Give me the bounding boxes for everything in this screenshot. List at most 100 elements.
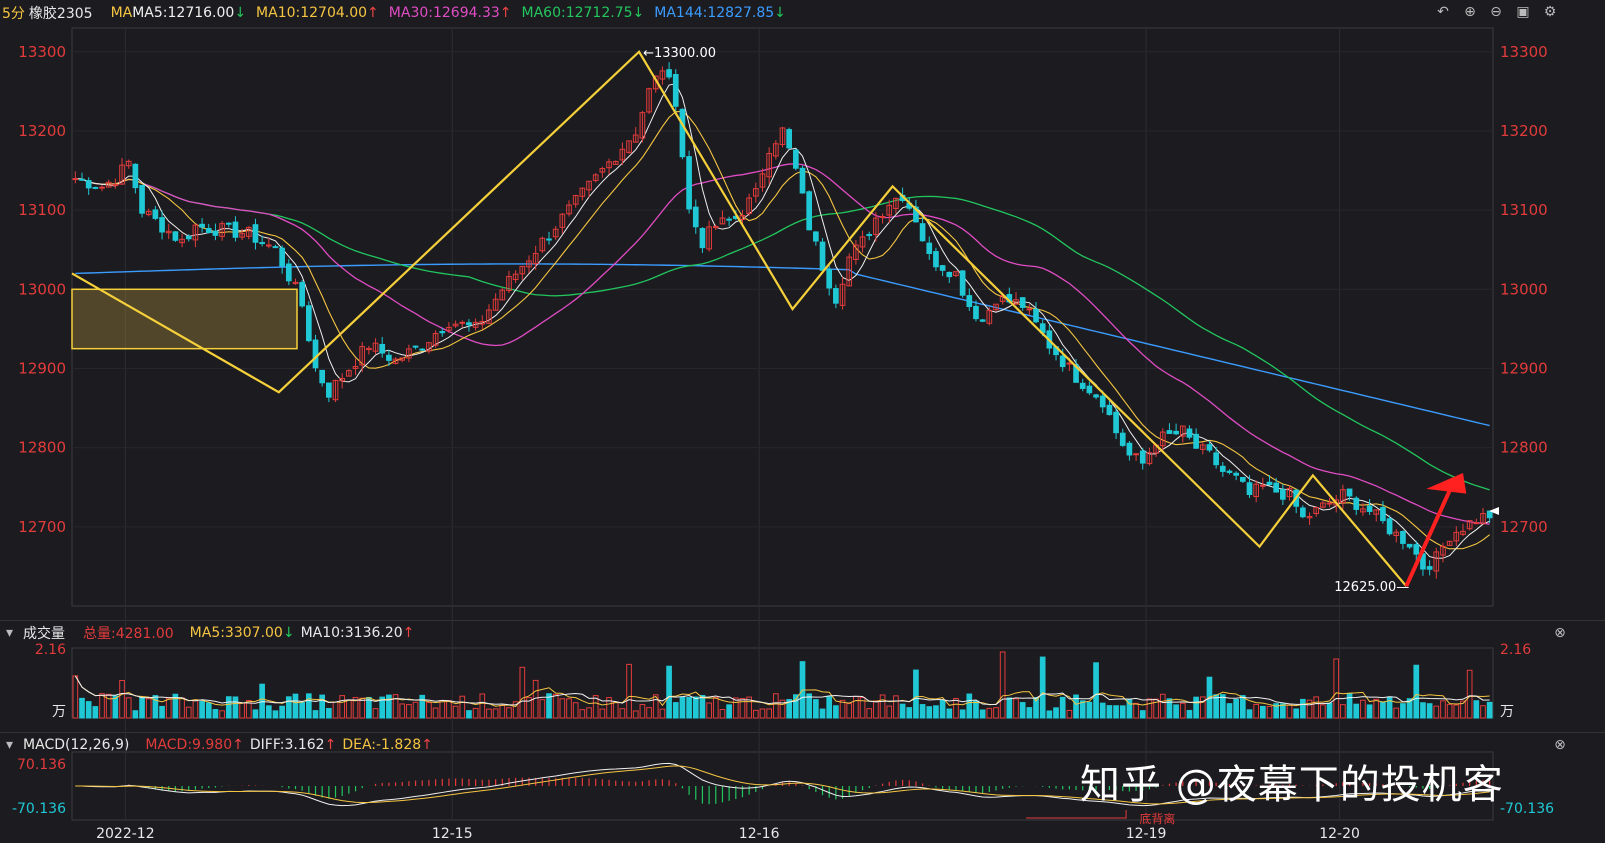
volume-bar [85, 701, 92, 719]
volume-bar [786, 699, 793, 719]
volume-bar [1486, 701, 1493, 719]
candle-body [999, 295, 1006, 302]
volume-bar [1393, 707, 1400, 719]
volume-bar [606, 697, 612, 719]
volume-bar [833, 705, 839, 719]
volume-bar [492, 708, 499, 719]
period-label[interactable]: 5分 [2, 3, 25, 23]
volume-bar [339, 695, 346, 719]
volume-bar [165, 697, 172, 719]
collapse-macd-icon[interactable]: ▾ [6, 737, 13, 753]
volume-bar [813, 699, 819, 719]
candle-body [1426, 566, 1433, 570]
volume-bar [906, 707, 913, 719]
zoom-in-icon[interactable]: ⊕ [1462, 4, 1478, 20]
undo-icon[interactable]: ↶ [1435, 4, 1451, 20]
candle-body [1079, 382, 1086, 389]
volume-bar [939, 699, 946, 719]
candle-body [1320, 502, 1326, 508]
close-macd-icon[interactable]: ⊗ [1552, 737, 1568, 753]
volume-bar [579, 709, 586, 719]
volume-bar [1480, 705, 1486, 719]
candle-body [1280, 489, 1286, 500]
volume-bar [432, 707, 439, 719]
candle-body [1346, 488, 1353, 497]
candle-body [1273, 482, 1280, 493]
price-tick-label-left: 13000 [18, 280, 66, 298]
volume-bar [252, 709, 259, 719]
window-icon[interactable]: ▣ [1515, 4, 1531, 20]
candle-body [1099, 395, 1106, 408]
ma-legend-arrow: ↑ [499, 5, 512, 21]
volume-bar [1320, 704, 1326, 719]
candle-body [939, 265, 946, 271]
volume-bar [1340, 704, 1346, 719]
candle-body [99, 186, 105, 189]
price-tick-label-left: 12700 [18, 518, 66, 536]
zigzag-line [71, 50, 1408, 587]
candle-body [179, 238, 185, 244]
volume-bar [1453, 704, 1460, 719]
volume-bar [379, 696, 386, 719]
candle-body [739, 214, 746, 220]
candle-body [793, 149, 799, 169]
volume-bar [672, 702, 679, 719]
candle-body [1226, 470, 1233, 473]
volume-bar [112, 695, 119, 719]
candle-body [412, 345, 419, 348]
volume-bar [1053, 707, 1059, 719]
volume-bar [1466, 669, 1473, 719]
volume-bar [1133, 702, 1139, 719]
volume-bar [1260, 705, 1266, 719]
candle-body [686, 156, 692, 210]
volume-bar [552, 693, 559, 719]
volume-bar [1213, 694, 1219, 719]
zoom-out-icon[interactable]: ⊖ [1488, 4, 1504, 20]
volume-bar [1139, 710, 1146, 719]
collapse-volume-icon[interactable]: ▾ [6, 625, 13, 641]
price-tick-label-right: 13100 [1500, 201, 1548, 219]
settings-icon[interactable]: ⚙ [1542, 4, 1558, 20]
volume-bar [913, 669, 919, 719]
chart-canvas[interactable]: 2022-12 12-15 12-16 12-19 12-20 13300 13300 132… [0, 0, 1605, 843]
candle-body [612, 160, 619, 165]
candle-body [1113, 411, 1119, 434]
ma-legend-item: MA5:12716.00 [132, 5, 235, 21]
volume-bar [1153, 698, 1159, 719]
candle-body [586, 180, 592, 191]
candle-body [786, 129, 793, 149]
candle-body [1119, 432, 1126, 446]
volume-bar [225, 696, 232, 719]
candle-body [886, 204, 893, 216]
candle-body [1093, 394, 1099, 398]
volume-header: ▾ 成交量 总量:4281.00 MA5:3307.00 ↓ MA10:3136… [0, 620, 1605, 645]
volume-bar [1046, 710, 1053, 719]
volume-bar [372, 708, 379, 719]
close-volume-icon[interactable]: ⊗ [1552, 625, 1568, 641]
volume-bar [232, 696, 239, 719]
volume-bar [265, 705, 272, 719]
candle-body [426, 342, 432, 352]
ma30-line [75, 163, 1490, 525]
volume-bar [392, 694, 399, 719]
volume-bar [512, 701, 519, 719]
candle-body [966, 295, 973, 308]
volume-bar [746, 696, 752, 719]
volume-bar [1426, 703, 1433, 719]
candle-body [979, 319, 986, 322]
candle-body [779, 127, 786, 146]
volume-bar [466, 710, 472, 719]
candle-body [1046, 330, 1053, 349]
divergence-label: 底背离 [1139, 811, 1175, 826]
volume-bar [305, 693, 312, 719]
candle-body [732, 215, 739, 219]
candle-body [1326, 502, 1333, 505]
volume-bar [1366, 704, 1373, 719]
volume-bar [886, 705, 893, 719]
candle-body [1306, 515, 1313, 519]
volume-bar [699, 694, 706, 719]
volume-bar [1246, 709, 1253, 719]
price-zone-box [71, 288, 298, 350]
candle-body [719, 217, 726, 225]
volume-bar [639, 704, 646, 719]
